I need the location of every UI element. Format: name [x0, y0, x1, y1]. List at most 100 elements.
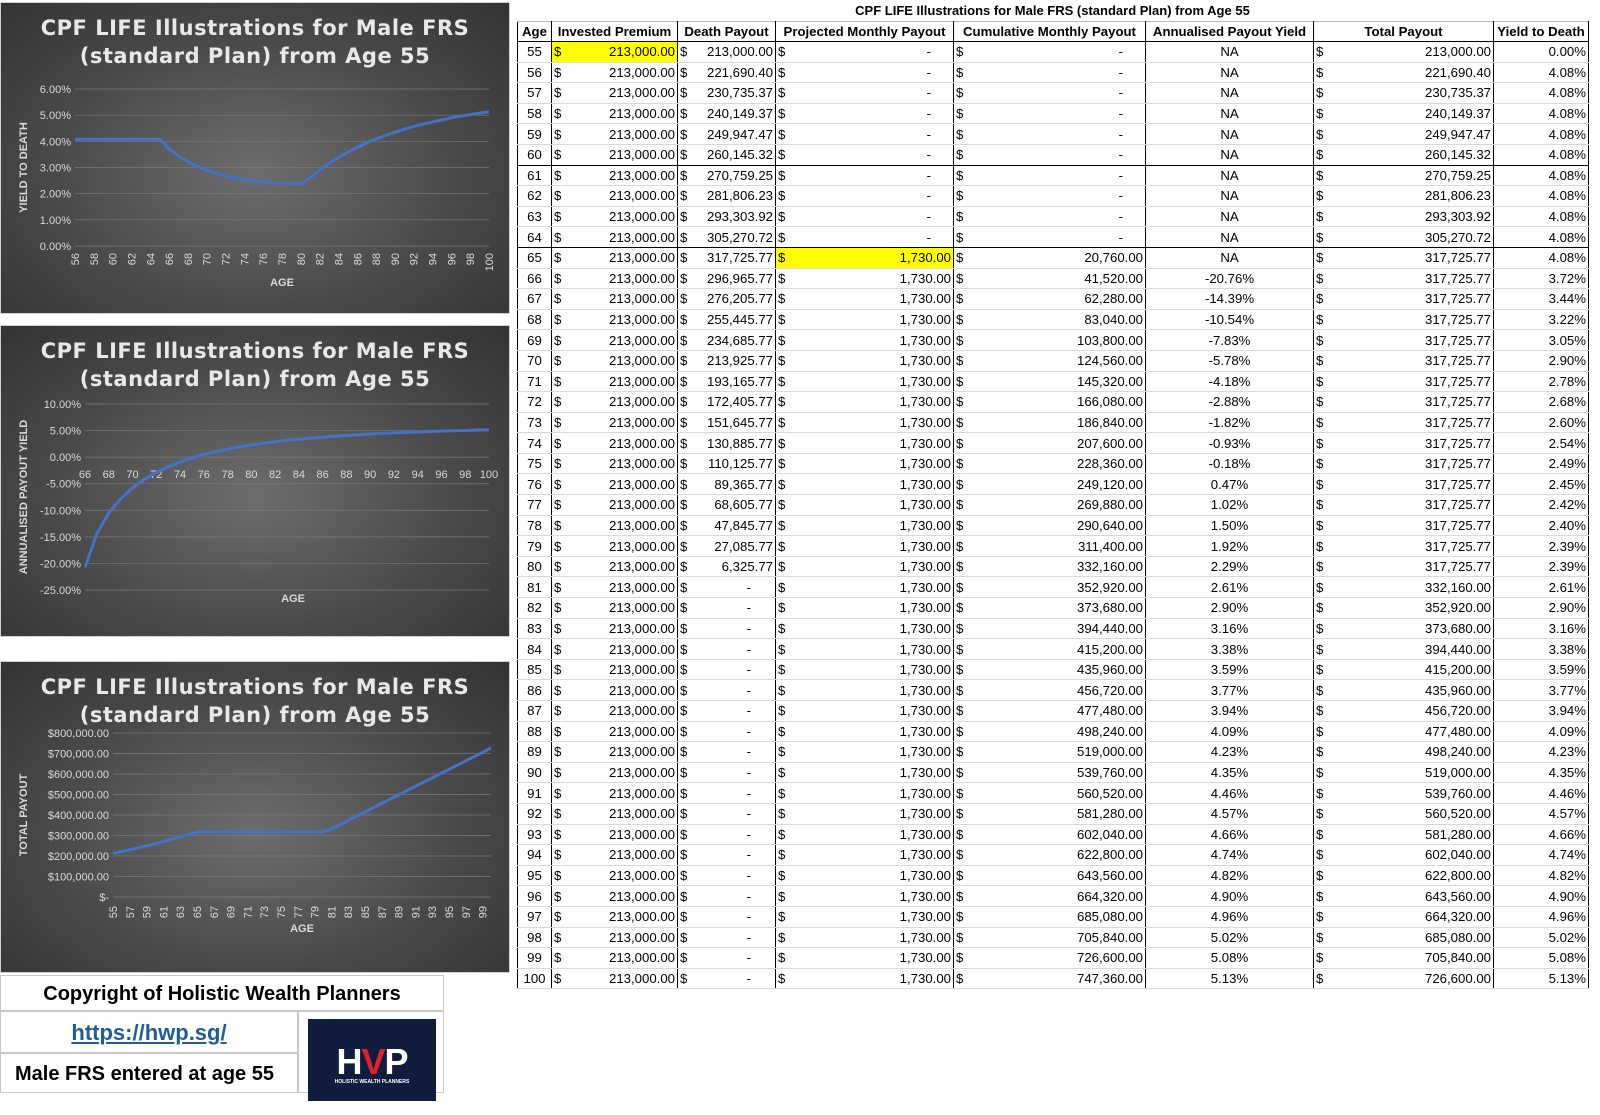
table-cell: $ -	[677, 844, 776, 866]
table-row: 97 $213,000.00 $ - $1,730.00 $685,080.00 4.96%…	[517, 906, 1589, 928]
table-cell: $213,000.00	[551, 123, 678, 145]
table-cell: $ -	[953, 123, 1146, 145]
table-cell: 72	[517, 391, 552, 413]
table-cell: NA	[1145, 247, 1314, 269]
table-cell: $456,720.00	[953, 679, 1146, 701]
table-cell: 80	[517, 556, 552, 578]
table-cell: 4.08%	[1493, 185, 1589, 207]
table-cell: 4.66%	[1145, 824, 1314, 846]
table-row: 74 $213,000.00 $130,885.77 $1,730.00 $207,60…	[517, 432, 1589, 454]
table-cell: $ -	[953, 185, 1146, 207]
table-cell: $166,080.00	[953, 391, 1146, 413]
table-cell: $539,760.00	[1313, 782, 1494, 804]
table-row: 88 $213,000.00 $ - $1,730.00 $498,240.00 4.09%…	[517, 721, 1589, 743]
table-cell: -1.82%	[1145, 412, 1314, 434]
y-tick-label: $800,000.00	[48, 728, 109, 740]
table-cell: $ -	[677, 906, 776, 928]
table-cell: 67	[517, 288, 552, 310]
table-cell: $213,000.00	[551, 309, 678, 331]
table-cell: 4.23%	[1145, 741, 1314, 763]
x-tick-label: 59	[142, 906, 154, 918]
x-tick-label: 99	[478, 906, 490, 918]
table-cell: 4.57%	[1145, 803, 1314, 825]
table-cell: $213,000.00	[551, 906, 678, 928]
table-cell: $213,000.00	[551, 165, 678, 187]
table-cell: $726,600.00	[953, 947, 1146, 969]
table-cell: $ -	[677, 968, 776, 990]
table-cell: 2.61%	[1493, 576, 1589, 599]
table-cell: $519,000.00	[953, 741, 1146, 763]
table-cell: $213,000.00	[551, 268, 678, 290]
table-cell: NA	[1145, 165, 1314, 187]
y-tick-label: -20.00%	[40, 558, 81, 570]
table-cell: 4.46%	[1493, 782, 1589, 804]
table-cell: 69	[517, 329, 552, 351]
y-tick-label: 2.00%	[40, 189, 71, 201]
table-cell: NA	[1145, 123, 1314, 145]
copyright-text: Copyright of Holistic Wealth Planners	[0, 975, 444, 1011]
table-cell: 4.46%	[1145, 782, 1314, 804]
table-row: 77 $213,000.00 $68,605.77 $1,730.00 $269,880…	[517, 494, 1589, 516]
table-cell: 4.74%	[1145, 844, 1314, 866]
table-cell: $317,725.77	[1313, 473, 1494, 496]
table-row: 86 $213,000.00 $ - $1,730.00 $456,720.00 3.77%…	[517, 679, 1589, 701]
table-cell: 89	[517, 741, 552, 763]
x-tick-label: 61	[158, 906, 170, 918]
table-cell: $643,560.00	[953, 865, 1146, 887]
x-tick-label: 67	[209, 906, 221, 918]
table-cell: $435,960.00	[953, 659, 1146, 681]
table-cell: 4.57%	[1493, 803, 1589, 825]
table-cell: 4.90%	[1493, 885, 1589, 907]
table-cell: $27,085.77	[677, 535, 776, 557]
x-tick-label: 63	[175, 906, 187, 918]
table-cell: 4.09%	[1493, 721, 1589, 743]
x-tick-label: 90	[390, 253, 402, 265]
table-cell: $207,600.00	[953, 432, 1146, 454]
total-payout-chart: CPF LIFE Illustrations for Male FRS (stan…	[0, 661, 510, 973]
table-cell: 2.40%	[1493, 515, 1589, 537]
table-cell: -2.88%	[1145, 391, 1314, 413]
table-cell: 4.23%	[1493, 741, 1589, 763]
website-link[interactable]: https://hwp.sg/	[71, 1020, 226, 1045]
y-tick-label: 0.00%	[40, 241, 71, 253]
chart-title: CPF LIFE Illustrations for Male FRS	[41, 675, 470, 699]
table-cell: -20.76%	[1145, 268, 1314, 290]
table-cell: 3.16%	[1145, 618, 1314, 640]
y-tick-label: $300,000.00	[48, 831, 109, 843]
table-cell: 74	[517, 432, 552, 454]
table-cell: 2.68%	[1493, 391, 1589, 413]
table-cell: $270,759.25	[677, 165, 776, 187]
table-cell: $213,000.00	[551, 782, 678, 804]
table-cell: $293,303.92	[677, 206, 776, 228]
table-cell: 4.35%	[1493, 762, 1589, 784]
table-cell: NA	[1145, 185, 1314, 207]
table-cell: $ -	[677, 721, 776, 743]
table-cell: $1,730.00	[775, 762, 954, 784]
x-tick-label: 94	[412, 469, 424, 481]
table-row: 72 $213,000.00 $172,405.77 $1,730.00 $166,08…	[517, 391, 1589, 413]
table-cell: $664,320.00	[953, 885, 1146, 907]
table-cell: $ -	[677, 803, 776, 825]
table-cell: $269,880.00	[953, 494, 1146, 516]
x-tick-label: 70	[126, 469, 138, 481]
x-tick-label: 80	[296, 253, 308, 265]
table-cell: 84	[517, 638, 552, 660]
y-tick-label: -10.00%	[40, 505, 81, 517]
table-row: 70 $213,000.00 $213,925.77 $1,730.00 $124,56…	[517, 350, 1589, 372]
table-cell: $249,947.47	[677, 123, 776, 145]
table-cell: $47,845.77	[677, 515, 776, 537]
table-cell: 1.92%	[1145, 535, 1314, 557]
table-cell: $415,200.00	[953, 638, 1146, 660]
table-cell: $213,000.00	[551, 41, 678, 63]
x-tick-label: 86	[317, 469, 329, 481]
table-cell: 5.13%	[1493, 968, 1589, 990]
table-cell: 60	[517, 144, 552, 166]
table-cell: -10.54%	[1145, 309, 1314, 331]
table-cell: $213,000.00	[1313, 41, 1494, 63]
table-cell: $1,730.00	[775, 659, 954, 681]
table-cell: $ -	[775, 185, 954, 207]
table-cell: $ -	[677, 927, 776, 949]
chart-svg: CPF LIFE Illustrations for Male FRS (stan…	[18, 16, 496, 289]
table-cell: $622,800.00	[953, 844, 1146, 866]
table-cell: NA	[1145, 41, 1314, 63]
